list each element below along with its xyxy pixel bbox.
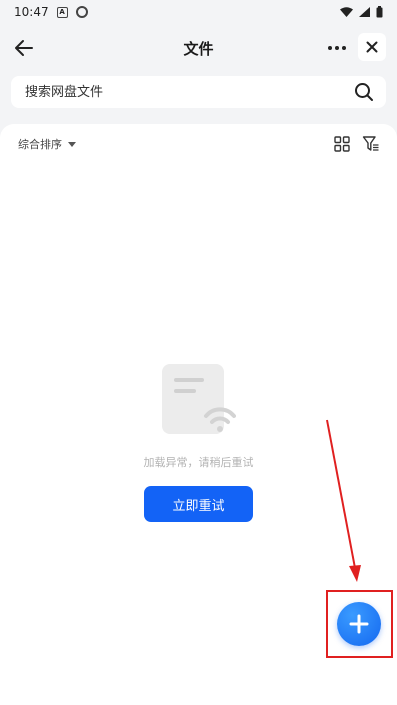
grid-view-icon[interactable] bbox=[334, 136, 350, 152]
status-time: 10:47 bbox=[14, 5, 49, 19]
add-button[interactable] bbox=[337, 602, 381, 646]
retry-button[interactable]: 立即重试 bbox=[144, 486, 253, 522]
status-bar: 10:47 A bbox=[0, 0, 397, 24]
close-button[interactable] bbox=[358, 33, 386, 61]
wifi-icon bbox=[340, 7, 353, 17]
filter-icon[interactable] bbox=[362, 135, 380, 153]
document-wifi-icon bbox=[162, 364, 236, 434]
cellular-signal-icon bbox=[359, 7, 370, 17]
search-icon[interactable] bbox=[354, 82, 374, 102]
plus-icon bbox=[349, 614, 369, 634]
error-message: 加载异常，请稍后重试 bbox=[143, 456, 254, 469]
search-bar[interactable] bbox=[11, 76, 386, 108]
close-icon bbox=[366, 41, 378, 53]
sort-label: 综合排序 bbox=[18, 138, 62, 151]
search-input[interactable] bbox=[23, 83, 327, 101]
sort-caret-icon bbox=[68, 141, 76, 147]
sort-dropdown[interactable]: 综合排序 bbox=[18, 136, 76, 152]
notification-a-icon: A bbox=[56, 6, 68, 18]
more-icon bbox=[328, 46, 332, 50]
more-button[interactable] bbox=[322, 34, 352, 62]
top-bar: 文件 bbox=[0, 28, 397, 68]
battery-icon bbox=[376, 6, 383, 18]
notification-ring-icon bbox=[75, 6, 88, 18]
